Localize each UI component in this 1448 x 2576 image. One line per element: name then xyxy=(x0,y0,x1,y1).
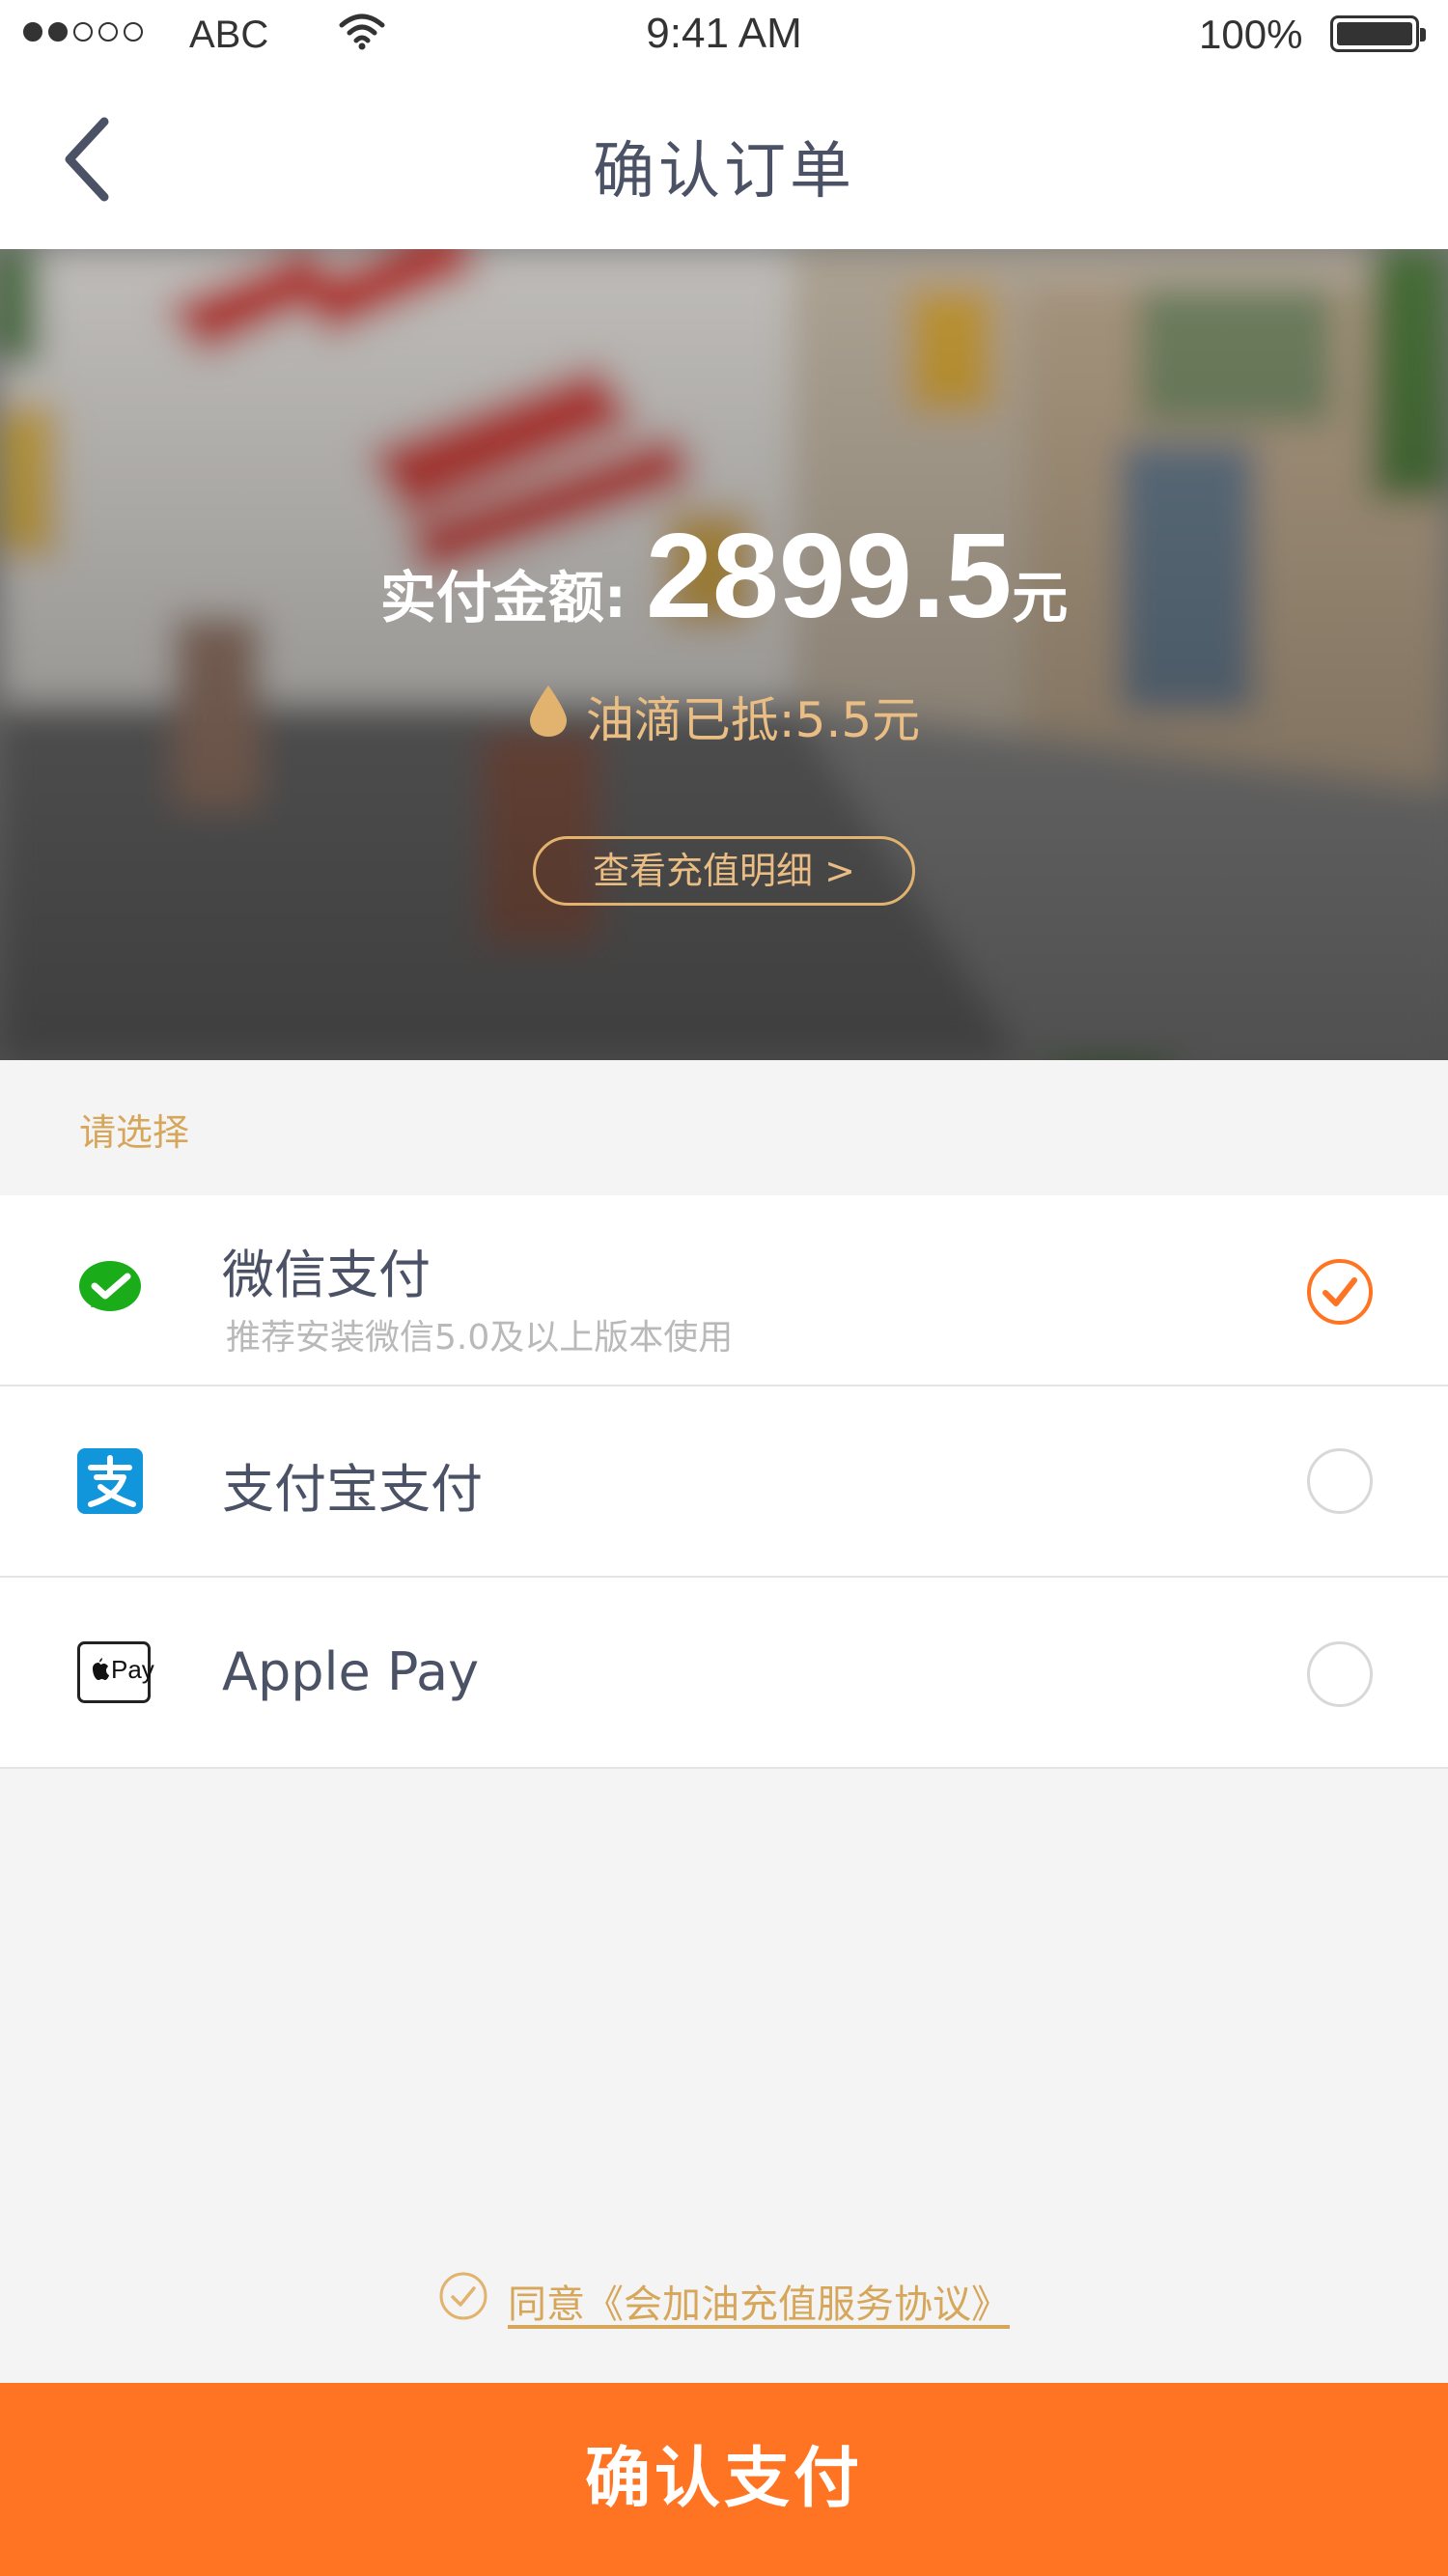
payment-option-label: 支付宝支付 xyxy=(222,1459,483,1520)
checkmark-icon xyxy=(1323,1277,1357,1306)
amount-label: 实付金额: xyxy=(379,565,627,630)
battery-icon xyxy=(1330,15,1426,52)
apple-pay-icon-text: Pay xyxy=(111,1655,154,1684)
radio-unselected[interactable] xyxy=(1307,1641,1373,1707)
payment-option-apple-pay[interactable]: Pay Apple Pay xyxy=(0,1578,1448,1769)
apple-pay-icon: Pay xyxy=(77,1641,154,1703)
payment-option-alipay[interactable]: 支付宝支付 xyxy=(0,1386,1448,1578)
agreement-link[interactable]: 同意《会加油充值服务协议》 xyxy=(508,2282,1010,2327)
payment-method-list: 微信支付 推荐安装微信5.0及以上版本使用 支付宝支付 Pay Apple Pa… xyxy=(0,1195,1448,1769)
radio-selected[interactable] xyxy=(1307,1259,1373,1325)
payment-summary-banner: 实付金额: 2899.5元 油滴已抵:5.5元 查看充值明细 > xyxy=(0,249,1448,1060)
check-circle-icon xyxy=(439,2272,487,2320)
status-bar: ABC 9:41 AM 100% xyxy=(0,0,1448,68)
wechat-pay-icon xyxy=(77,1257,143,1323)
page-title: 确认订单 xyxy=(593,136,855,208)
amount-value: 2899.5 xyxy=(645,510,1013,643)
payment-option-wechat[interactable]: 微信支付 推荐安装微信5.0及以上版本使用 xyxy=(0,1195,1448,1386)
section-label: 请选择 xyxy=(79,1111,190,1154)
confirm-payment-button[interactable]: 确认支付 xyxy=(0,2383,1448,2576)
alipay-icon xyxy=(77,1448,143,1514)
oil-drop-icon xyxy=(528,684,569,749)
payment-option-subtitle: 推荐安装微信5.0及以上版本使用 xyxy=(226,1318,734,1358)
payment-option-label: 微信支付 xyxy=(222,1245,431,1305)
amount-unit: 元 xyxy=(1012,565,1069,630)
oil-drop-deduction: 油滴已抵:5.5元 xyxy=(0,682,1448,751)
radio-unselected[interactable] xyxy=(1307,1448,1373,1514)
service-agreement: 同意《会加油充值服务协议》 xyxy=(438,2271,1010,2331)
battery-percentage: 100% xyxy=(1199,12,1303,57)
payment-amount: 实付金额: 2899.5元 xyxy=(0,508,1448,645)
agreement-checkbox[interactable] xyxy=(438,2271,488,2331)
payment-option-label: Apple Pay xyxy=(222,1641,480,1702)
deduction-text: 油滴已抵:5.5元 xyxy=(585,692,921,748)
navigation-bar: 确认订单 xyxy=(0,68,1448,249)
view-recharge-details-button[interactable]: 查看充值明细 > xyxy=(533,836,915,906)
blurred-gas-station-background xyxy=(0,249,1448,1060)
